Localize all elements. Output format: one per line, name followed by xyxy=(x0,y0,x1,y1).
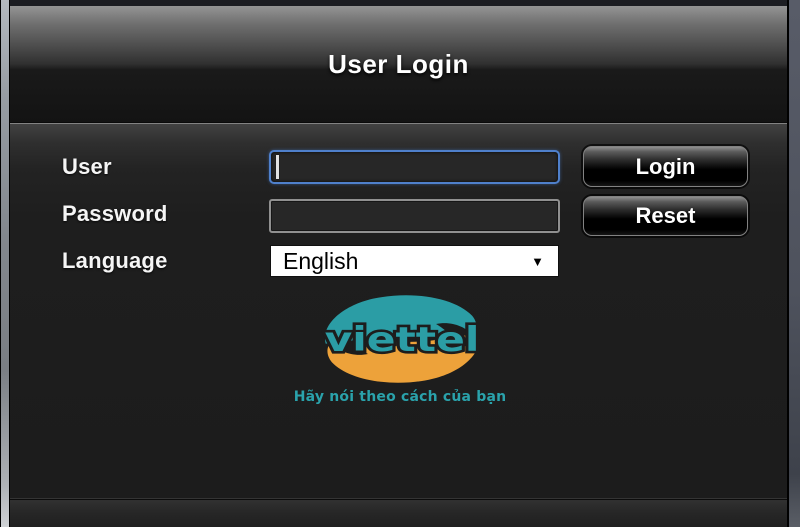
chevron-down-icon: ▼ xyxy=(531,254,558,269)
window-frame-right xyxy=(789,0,800,527)
language-select[interactable]: English ▼ xyxy=(270,245,559,277)
footer-bar xyxy=(10,500,787,527)
language-label: Language xyxy=(62,248,168,274)
viettel-logo-graphic: viettel xyxy=(318,290,486,388)
user-label: User xyxy=(62,154,112,180)
user-input[interactable] xyxy=(269,150,560,184)
title-bar: User Login xyxy=(10,6,787,122)
logo-wordmark: viettel xyxy=(325,320,480,360)
language-selected-value: English xyxy=(271,246,531,276)
page-title: User Login xyxy=(328,49,469,80)
login-page: User Login User Password Language Englis… xyxy=(0,0,800,527)
window-frame-left xyxy=(1,0,9,527)
login-button[interactable]: Login xyxy=(583,146,748,187)
reset-button[interactable]: Reset xyxy=(583,196,748,236)
viettel-logo: viettel xyxy=(318,290,486,388)
logo-slogan: Hãy nói theo cách của bạn xyxy=(250,389,550,405)
password-input[interactable] xyxy=(269,199,560,233)
password-label: Password xyxy=(62,201,168,227)
text-caret xyxy=(276,155,279,179)
